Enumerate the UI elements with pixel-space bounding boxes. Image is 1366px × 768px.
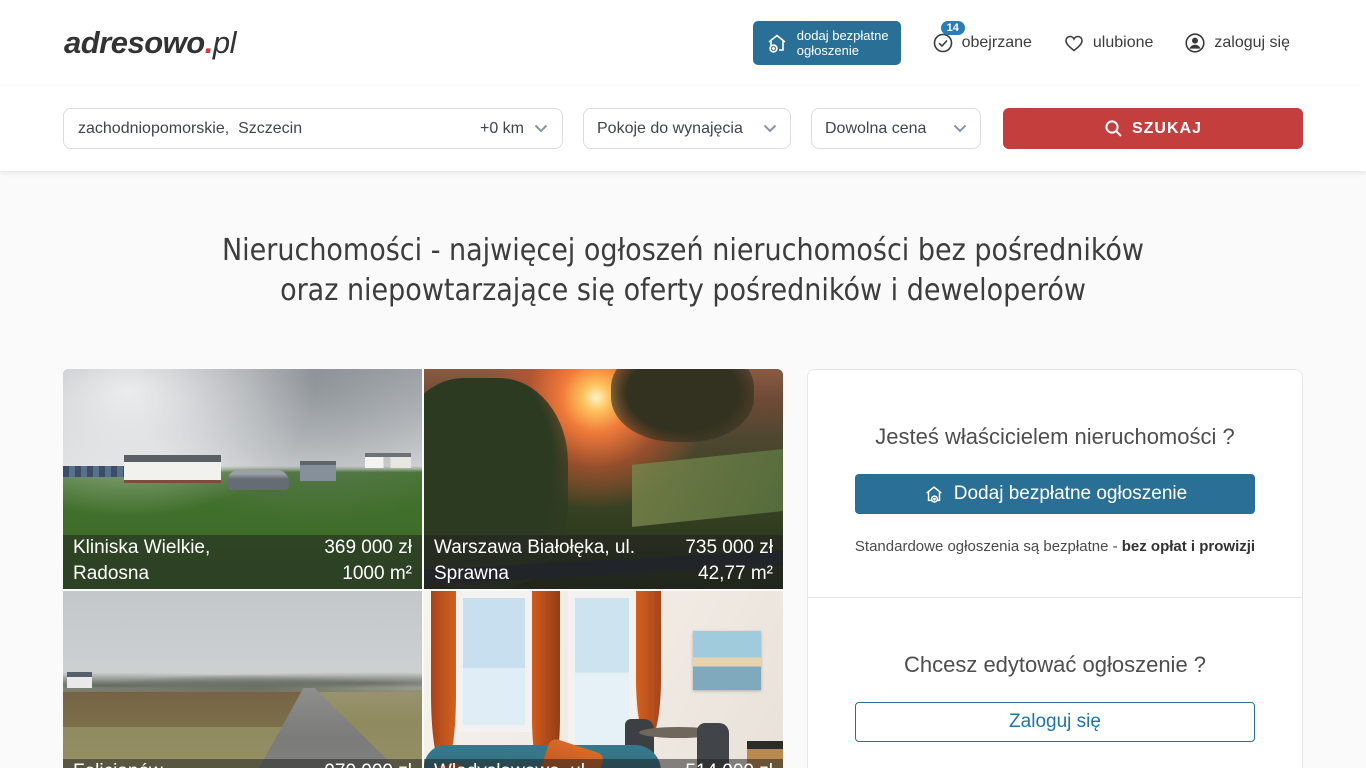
search-bar: zachodniopomorskie, Szczecin +0 km Pokoj… [0, 86, 1366, 171]
photo-window [456, 591, 531, 732]
favorites-link[interactable]: ulubione [1062, 31, 1154, 55]
listing-location: Kliniska Wielkie, Radosna [73, 535, 276, 587]
photo-wall-art [693, 631, 761, 690]
heart-icon [1062, 31, 1086, 55]
photo-house [67, 672, 92, 687]
owner-panel: Jesteś właścicielem nieruchomości ? Doda… [807, 369, 1303, 768]
price-value: Dowolna cena [825, 120, 926, 138]
listing-card[interactable]: Felicjanów 970 000 zł [63, 591, 422, 768]
login-button-label: Zaloguj się [1009, 711, 1101, 733]
viewed-label: obejrzane [962, 34, 1032, 52]
edit-heading: Chcesz edytować ogłoszenie ? [854, 652, 1256, 678]
listing-price: 369 000 zł [324, 535, 412, 561]
location-value: zachodniopomorskie, Szczecin [78, 120, 302, 138]
photo-field [63, 692, 307, 727]
search-button-label: SZUKAJ [1132, 120, 1202, 138]
photo-fence [63, 466, 124, 477]
login-link[interactable]: zaloguj się [1183, 31, 1290, 55]
photo-curtain [431, 591, 456, 763]
logo[interactable]: adresowo.pl [64, 25, 236, 61]
search-button[interactable]: SZUKAJ [1003, 108, 1303, 149]
photo-car [228, 470, 289, 490]
listing-photo [63, 591, 422, 768]
add-free-listing-label: Dodaj bezpłatne ogłoszenie [954, 483, 1187, 505]
listing-card[interactable]: Władysławowo, ul. 514 000 zł [424, 591, 783, 768]
house-plus-icon [765, 31, 789, 55]
user-circle-icon [1183, 31, 1207, 55]
chevron-down-icon [763, 124, 777, 133]
listing-location: Władysławowo, ul. [434, 759, 590, 768]
edit-section: Chcesz edytować ogłoszenie ? Zaloguj się… [808, 597, 1302, 768]
header: adresowo.pl dodaj bezpłatne ogłoszenie [0, 0, 1366, 86]
listing-location: Warszawa Białołęka, ul. Sprawna [434, 535, 637, 587]
property-type-select[interactable]: Pokoje do wynajęcia [583, 108, 791, 149]
photo-trees [611, 369, 755, 442]
photo-trees [63, 670, 422, 692]
logo-dot: . [205, 25, 213, 60]
search-icon [1104, 119, 1123, 138]
add-free-listing-button[interactable]: Dodaj bezpłatne ogłoszenie [855, 474, 1255, 514]
property-type-value: Pokoje do wynajęcia [597, 120, 743, 138]
viewed-count-badge: 14 [941, 21, 965, 35]
photo-building [124, 455, 221, 484]
viewed-link[interactable]: 14 obejrzane [931, 31, 1032, 55]
listing-caption: Warszawa Białołęka, ul. Sprawna 735 000 … [424, 535, 783, 589]
login-label: zaloguj się [1214, 34, 1290, 52]
radius-dropdown[interactable]: +0 km [480, 120, 548, 138]
photo-field [632, 449, 783, 526]
logo-tld: pl [213, 25, 236, 60]
price-select[interactable]: Dowolna cena [811, 108, 981, 149]
page: adresowo.pl dodaj bezpłatne ogłoszenie [0, 0, 1366, 768]
photo-curtain [636, 591, 661, 736]
page-title: Nieruchomości - najwięcej ogłoszeń nieru… [0, 231, 1366, 311]
listing-area: 1000 m² [342, 561, 412, 587]
listing-photo [424, 591, 783, 768]
logo-text: adresowo [64, 25, 205, 60]
listing-caption: Felicjanów 970 000 zł [63, 759, 422, 768]
favorites-label: ulubione [1093, 34, 1154, 52]
radius-value: +0 km [480, 120, 524, 138]
listing-area: 42,77 m² [698, 561, 773, 587]
photo-shed [300, 461, 336, 481]
listings-grid: Kliniska Wielkie, Radosna 369 000 zł 100… [63, 369, 783, 768]
header-actions: dodaj bezpłatne ogłoszenie 14 obejrzane [753, 21, 1290, 65]
login-button[interactable]: Zaloguj się [855, 702, 1255, 742]
listing-caption: Kliniska Wielkie, Radosna 369 000 zł 100… [63, 535, 422, 589]
check-circle-icon: 14 [931, 31, 955, 55]
location-input[interactable]: zachodniopomorskie, Szczecin +0 km [63, 108, 563, 149]
photo-houses [365, 453, 412, 468]
owner-note: Standardowe ogłoszenia są bezpłatne - be… [854, 538, 1256, 555]
chevron-down-icon [953, 124, 967, 133]
listing-price: 735 000 zł [685, 535, 773, 561]
listing-location: Felicjanów [73, 759, 163, 768]
listing-card[interactable]: Kliniska Wielkie, Radosna 369 000 zł 100… [63, 369, 422, 589]
listing-price: 514 000 zł [685, 759, 773, 768]
owner-section: Jesteś właścicielem nieruchomości ? Doda… [808, 370, 1302, 597]
house-plus-icon [923, 483, 945, 505]
owner-heading: Jesteś właścicielem nieruchomości ? [854, 424, 1256, 450]
add-listing-button[interactable]: dodaj bezpłatne ogłoszenie [753, 21, 901, 65]
main-content: Nieruchomości - najwięcej ogłoszeń nieru… [0, 171, 1366, 768]
chevron-down-icon [534, 124, 548, 133]
listing-card[interactable]: Warszawa Białołęka, ul. Sprawna 735 000 … [424, 369, 783, 589]
listing-price: 970 000 zł [324, 759, 412, 768]
listing-caption: Władysławowo, ul. 514 000 zł [424, 759, 783, 768]
add-listing-label: dodaj bezpłatne ogłoszenie [797, 28, 889, 58]
